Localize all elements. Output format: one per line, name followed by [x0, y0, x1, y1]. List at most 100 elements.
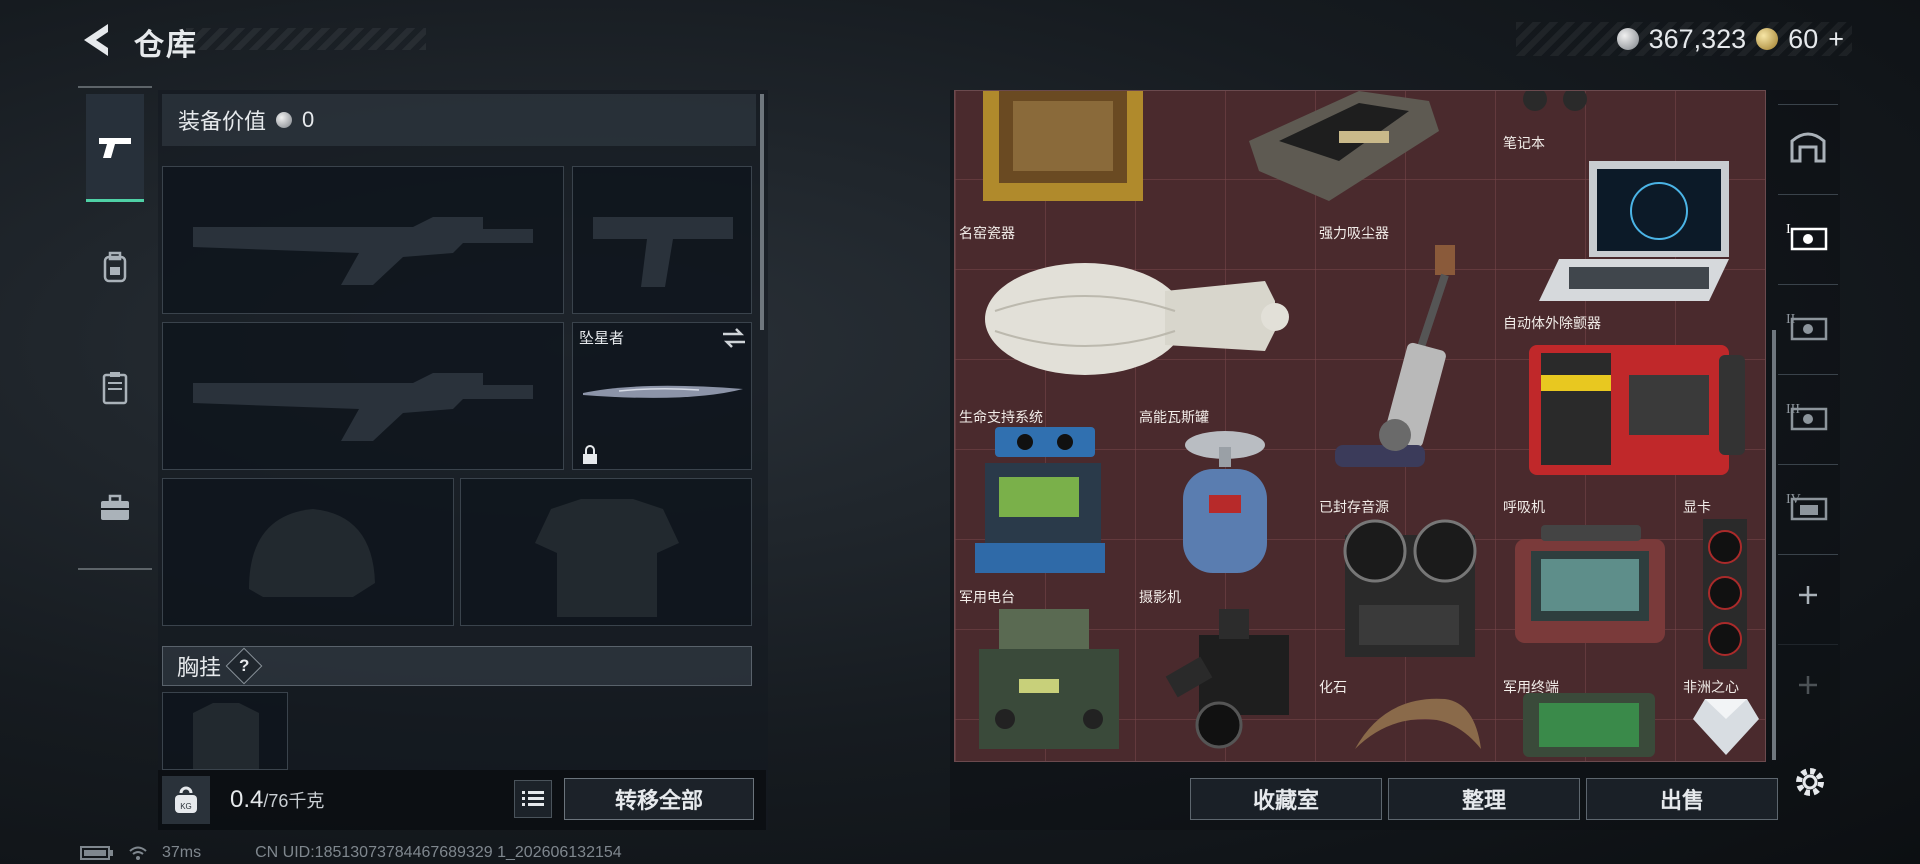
laptop-item[interactable]: 笔记本 [1499, 131, 1765, 321]
nav-armor[interactable] [86, 334, 144, 442]
list-icon [522, 791, 544, 806]
kettlebell-icon: KG [175, 786, 197, 813]
weight-icon-box: KG [162, 776, 210, 824]
stash-tab-i-icon: I [1786, 222, 1828, 250]
fossil-label: 化石 [1319, 679, 1347, 695]
vacuum-item[interactable]: 强力吸尘器 [1315, 221, 1495, 491]
page-title: 仓库 [134, 29, 198, 62]
headset-item[interactable] [1515, 91, 1595, 121]
storage-tab-3[interactable]: III [1778, 374, 1838, 454]
vase-item[interactable]: 名窑瓷器 [955, 221, 1315, 401]
help-icon[interactable]: ? [225, 647, 263, 685]
storage-tab-4[interactable]: IV [1778, 464, 1838, 544]
tape-recorder-icon [1343, 519, 1477, 657]
lock-icon [583, 445, 597, 464]
painting-item[interactable] [973, 91, 1153, 207]
nav-weapon[interactable] [86, 94, 144, 202]
stash-tab-ii-icon: II [1786, 312, 1828, 340]
armor-slot[interactable] [460, 478, 752, 626]
stash-tab-iii-icon: III [1786, 402, 1828, 430]
gear-icon [1796, 768, 1824, 796]
ventilator-item[interactable]: 呼吸机 [1499, 495, 1679, 675]
rifle-silhouette-icon [193, 373, 533, 441]
gas-tank-item[interactable]: 高能瓦斯罐 [1135, 405, 1315, 585]
fossil-item[interactable]: 化石 [1315, 675, 1495, 761]
laptop-icon [1539, 161, 1729, 301]
sidearm-slot[interactable] [572, 166, 752, 314]
rig-silhouette-icon [193, 703, 259, 769]
collection-room-button[interactable]: 收藏室 [1190, 778, 1382, 820]
silver-coin-icon [1616, 28, 1639, 50]
diamond-item[interactable]: 非洲之心 [1679, 675, 1765, 761]
plus-icon [1799, 675, 1817, 694]
pistol-icon [99, 137, 131, 158]
pistol-silhouette-icon [593, 217, 733, 287]
storage-tab-home[interactable] [1778, 104, 1838, 184]
gold-amount: 60 [1788, 23, 1819, 54]
back-button[interactable] [78, 20, 114, 60]
transfer-all-button[interactable]: 转移全部 [564, 778, 754, 820]
swap-icon[interactable] [721, 327, 747, 349]
reel-recorder-item[interactable]: 已封存音源 [1315, 495, 1495, 675]
military-radio-item[interactable]: 军用电台 [955, 585, 1135, 761]
settings-button[interactable] [1790, 762, 1830, 802]
melee-name: 坠星者 [579, 330, 625, 347]
chest-rig-label: 胸挂 [177, 655, 222, 680]
radio-icon [979, 609, 1119, 749]
defibrillator-icon [1529, 345, 1745, 475]
rifle-silhouette-icon [193, 217, 533, 285]
life-support-item[interactable]: 生命支持系统 [955, 405, 1135, 585]
aed-label: 自动体外除颤器 [1503, 315, 1601, 331]
server-board-item[interactable] [1239, 91, 1439, 201]
vacuum-cleaner-icon [1335, 245, 1455, 467]
briefcase-icon [101, 494, 129, 520]
add-storage-tab-button[interactable] [1778, 554, 1838, 634]
equipment-value-bar: 装备价值 0 [162, 94, 756, 146]
back-arrow-icon [84, 24, 108, 56]
vase-label: 名窑瓷器 [959, 225, 1015, 241]
terminal-icon [1523, 693, 1655, 757]
sell-button[interactable]: 出售 [1586, 778, 1778, 820]
ventilator-icon [1515, 525, 1665, 643]
gpu-label: 显卡 [1683, 499, 1711, 515]
ventilator-label: 呼吸机 [1503, 499, 1545, 515]
backpack-icon [103, 251, 127, 283]
warehouse-icon [1790, 132, 1826, 162]
military-radio-label: 军用电台 [959, 589, 1015, 605]
military-terminal-item[interactable]: 军用终端 [1499, 675, 1679, 761]
aed-item[interactable]: 自动体外除颤器 [1499, 311, 1765, 495]
plus-icon [1799, 585, 1817, 604]
storage-grid: 笔记本 名窑瓷器 强力吸尘器 自动体外除颤器 生命支持系统 高能瓦斯罐 已封存音… [954, 90, 1766, 762]
graphics-card-icon [1703, 519, 1747, 669]
helmet-slot[interactable] [162, 478, 454, 626]
video-camera-label: 摄影机 [1139, 589, 1181, 605]
capacity-text: 0.4/76千克 [230, 786, 324, 814]
storage-tab-2[interactable]: II [1778, 284, 1838, 364]
chest-rig-slot[interactable] [162, 692, 288, 770]
svg-text:KG: KG [180, 802, 192, 811]
storage-scrollbar[interactable] [1772, 330, 1776, 760]
organize-button[interactable]: 整理 [1388, 778, 1580, 820]
nav-case[interactable] [86, 454, 144, 562]
melee-slot[interactable]: 坠星者 [572, 322, 752, 470]
gpu-item[interactable]: 显卡 [1679, 495, 1765, 675]
gas-tank-label: 高能瓦斯罐 [1139, 409, 1209, 425]
primary-weapon-slot-2[interactable] [162, 322, 564, 470]
reel-recorder-label: 已封存音源 [1319, 499, 1389, 515]
weight-unit: 千克 [288, 791, 325, 811]
headset-icon [1523, 91, 1587, 111]
silver-amount: 367,323 [1648, 23, 1747, 54]
uid-text: CN UID:18513073784467689329 1_2026061321… [255, 844, 622, 861]
ping-text: 37ms [162, 844, 202, 861]
video-camera-item[interactable]: 摄影机 [1135, 585, 1315, 761]
primary-weapon-slot-1[interactable] [162, 166, 564, 314]
title-decoration [186, 28, 426, 50]
nav-backpack[interactable] [86, 214, 144, 322]
equipment-scrollbar[interactable] [760, 94, 764, 330]
list-view-button[interactable] [514, 780, 552, 818]
weight-current: 0.4 [230, 786, 264, 813]
fossil-claw-icon [1355, 698, 1481, 749]
gold-plus-button[interactable]: + [1828, 24, 1844, 55]
gold-coin-icon [1756, 28, 1779, 50]
storage-tab-1[interactable]: I [1778, 194, 1838, 274]
